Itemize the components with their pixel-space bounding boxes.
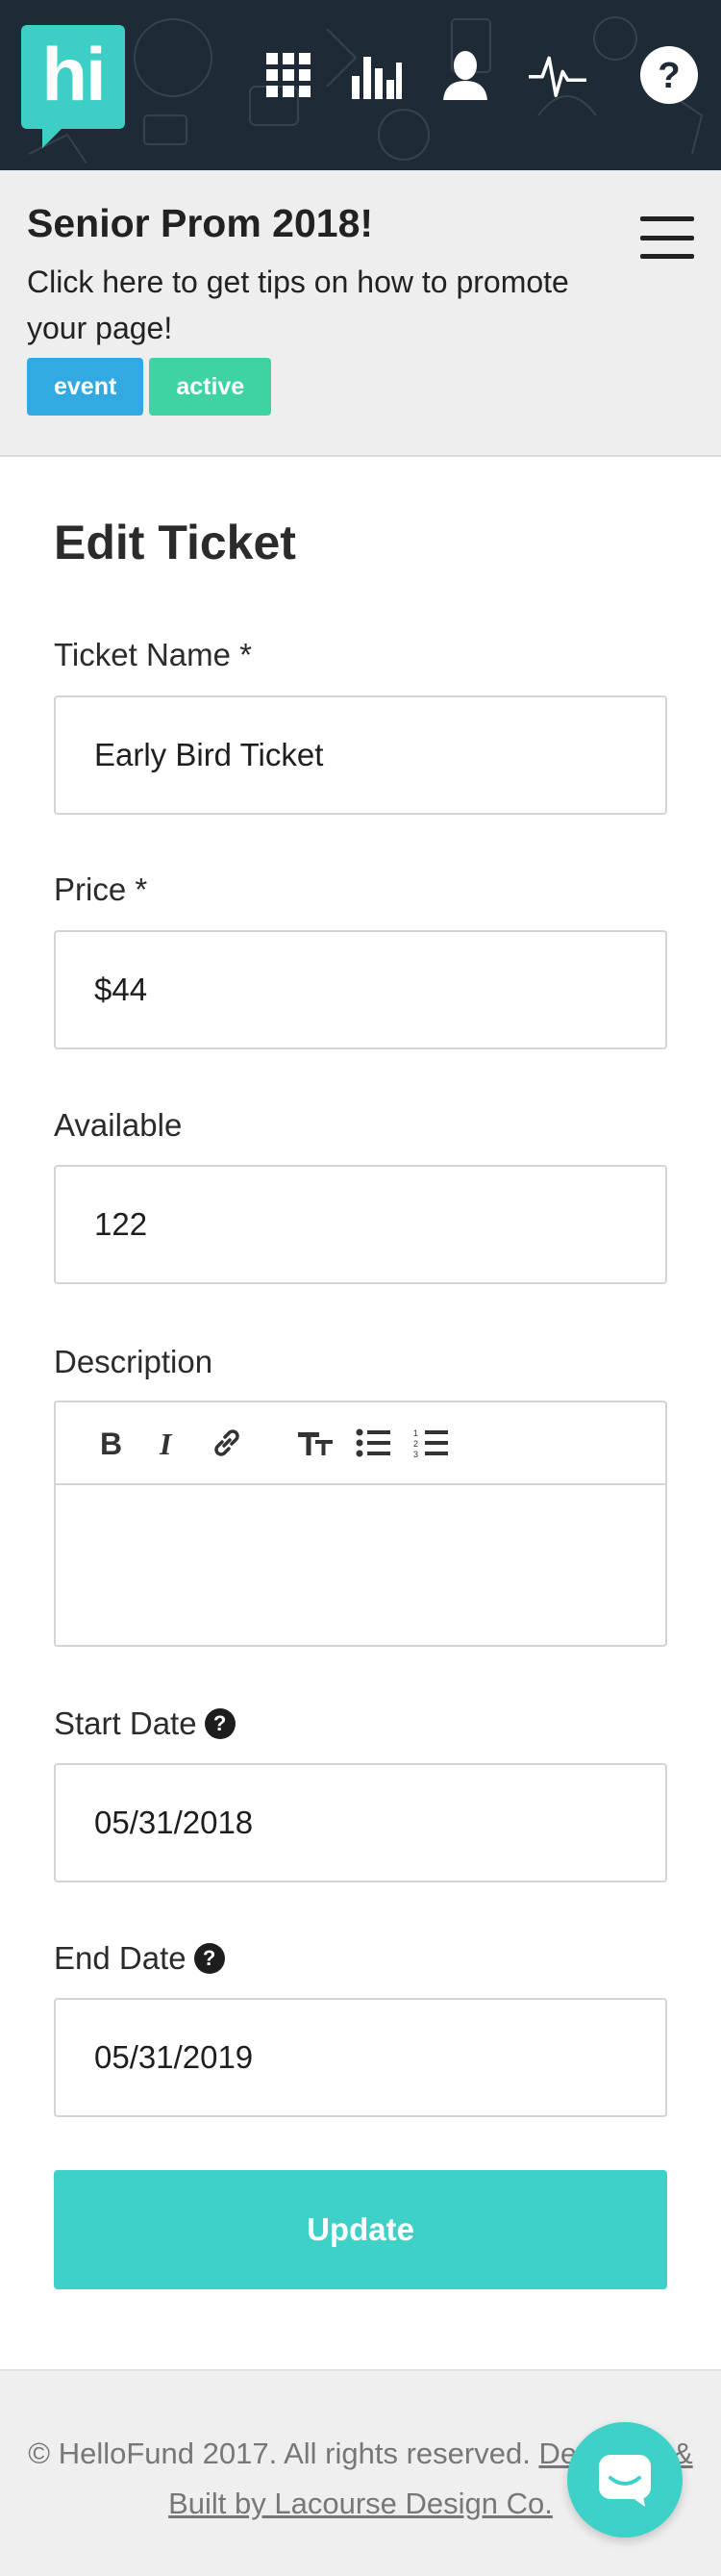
- svg-text:2: 2: [413, 1439, 418, 1449]
- description-textarea[interactable]: [56, 1485, 665, 1645]
- svg-text:?: ?: [658, 56, 680, 96]
- bold-icon[interactable]: B: [90, 1422, 133, 1464]
- hamburger-menu-icon[interactable]: [640, 216, 694, 259]
- start-date-label-text: Start Date: [54, 1705, 197, 1741]
- svg-text:B: B: [100, 1427, 122, 1458]
- svg-text:1: 1: [413, 1428, 418, 1438]
- price-input[interactable]: [54, 930, 667, 1049]
- event-title: Senior Prom 2018!: [27, 201, 374, 245]
- update-button[interactable]: Update: [54, 2170, 667, 2289]
- activity-pulse-icon[interactable]: [529, 46, 586, 104]
- description-label: Description: [54, 1344, 213, 1379]
- start-date-help-icon[interactable]: ?: [204, 1708, 236, 1739]
- chat-icon[interactable]: [567, 2422, 683, 2538]
- apps-grid-icon[interactable]: [260, 46, 317, 104]
- end-date-label-text: End Date: [54, 1940, 186, 1976]
- ticket-name-input[interactable]: [54, 695, 667, 815]
- ticket-name-label: Ticket Name *: [54, 637, 252, 672]
- link-icon[interactable]: [206, 1422, 248, 1464]
- editor-toolbar: B I 123: [56, 1402, 665, 1485]
- copyright-text: © HelloFund 2017. All rights reserved.: [28, 2437, 531, 2470]
- event-badges: event active: [27, 358, 272, 416]
- event-type-badge: event: [27, 358, 144, 416]
- page-title: Edit Ticket: [54, 516, 296, 569]
- start-date-label: Start Date ?: [54, 1705, 236, 1742]
- numbered-list-icon[interactable]: 123: [410, 1422, 452, 1464]
- user-icon[interactable]: [436, 46, 494, 104]
- help-icon[interactable]: ?: [640, 46, 698, 104]
- end-date-help-icon[interactable]: ?: [193, 1943, 225, 1974]
- end-date-input[interactable]: [54, 1998, 667, 2117]
- svg-text:I: I: [159, 1427, 173, 1458]
- start-date-input[interactable]: [54, 1763, 667, 1882]
- italic-icon[interactable]: I: [148, 1422, 190, 1464]
- status-badge: active: [149, 358, 272, 416]
- available-input[interactable]: [54, 1165, 667, 1284]
- logo-text: hi: [41, 32, 106, 116]
- end-date-label: End Date ?: [54, 1940, 225, 1977]
- promote-tips-link[interactable]: Click here to get tips on how to promote…: [27, 259, 584, 351]
- bar-chart-icon[interactable]: [348, 46, 406, 104]
- svg-text:3: 3: [413, 1450, 418, 1457]
- description-editor: B I 123: [54, 1401, 667, 1647]
- available-label: Available: [54, 1107, 183, 1143]
- event-header: Senior Prom 2018! Click here to get tips…: [0, 170, 721, 457]
- text-size-icon[interactable]: [294, 1422, 336, 1464]
- bulleted-list-icon[interactable]: [352, 1422, 394, 1464]
- hellofund-logo[interactable]: hi: [21, 25, 125, 148]
- price-label: Price *: [54, 871, 148, 907]
- top-nav-bar: hi ?: [0, 0, 721, 170]
